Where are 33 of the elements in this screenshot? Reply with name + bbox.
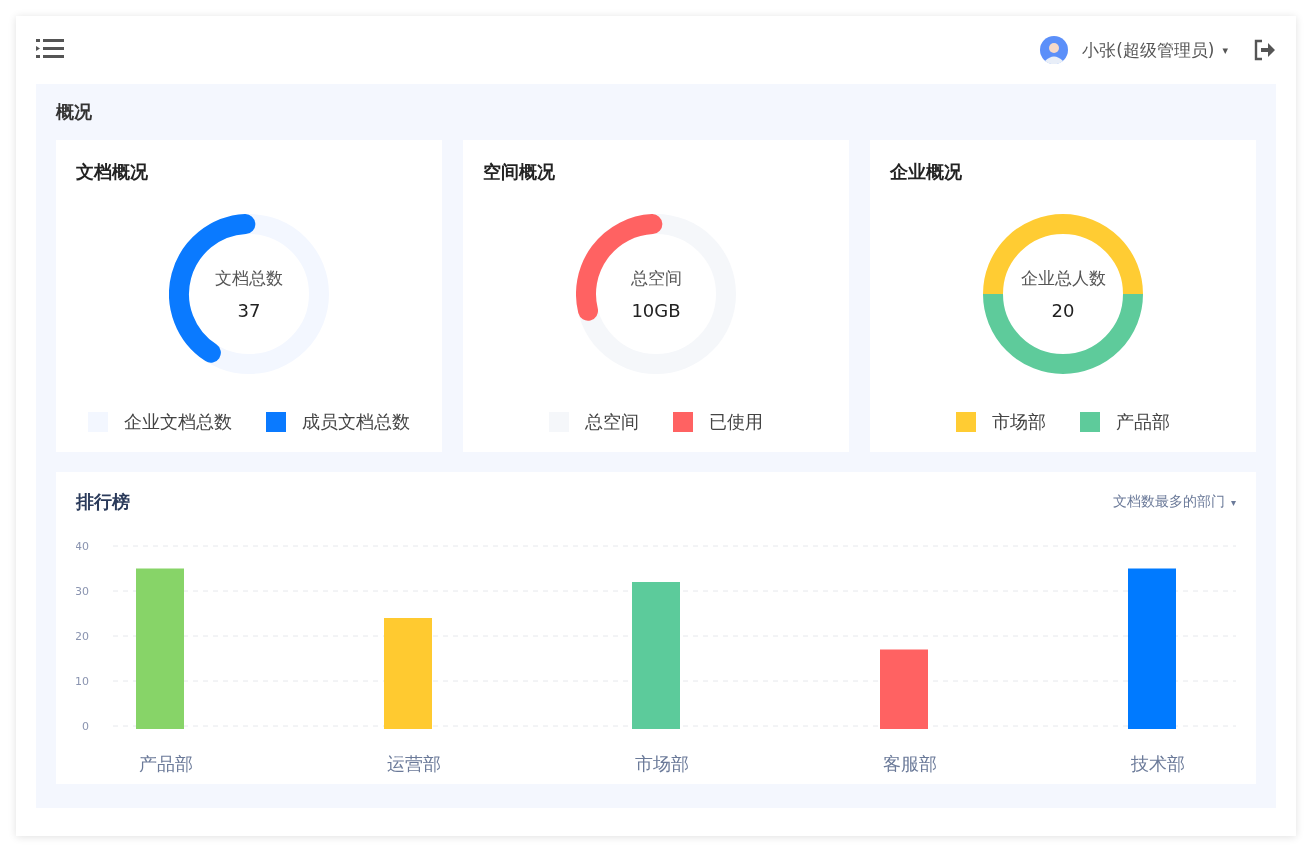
donut-center-value: 20: [1051, 300, 1075, 321]
legend-label: 企业文档总数: [124, 410, 232, 434]
legend-label: 已使用: [709, 410, 763, 434]
user-name[interactable]: 小张(超级管理员): [1082, 38, 1215, 62]
card-title: 企业概况: [890, 160, 962, 184]
ranking-title: 排行榜: [76, 490, 130, 514]
y-axis-tick: 0: [82, 720, 89, 733]
donut-center-value: 37: [237, 300, 261, 321]
logout-icon[interactable]: [1252, 38, 1276, 62]
y-axis-tick: 10: [76, 675, 89, 688]
y-axis-tick: 20: [76, 630, 89, 643]
x-axis-label: 产品部: [139, 753, 193, 774]
y-axis-tick: 40: [76, 540, 89, 553]
legend-label: 市场部: [992, 410, 1046, 434]
department-filter-dropdown[interactable]: 文档数最多的部门 ▾: [1112, 493, 1236, 511]
donut-center-label: 文档总数: [215, 267, 283, 290]
legend-label: 总空间: [585, 410, 639, 434]
section-title: 概况: [56, 100, 93, 124]
legend-label: 成员文档总数: [302, 410, 410, 434]
y-axis-tick: 30: [76, 585, 89, 598]
avatar-icon[interactable]: [1040, 36, 1069, 64]
x-axis-label: 运营部: [387, 753, 441, 774]
x-axis-label: 客服部: [883, 753, 937, 774]
donut-center-value: 10GB: [631, 300, 681, 321]
caret-icon[interactable]: ▾: [1222, 43, 1228, 57]
x-axis-label: 技术部: [1131, 753, 1185, 774]
x-axis-label: 市场部: [635, 753, 689, 774]
card-title: 空间概况: [483, 160, 555, 184]
caret-icon[interactable]: ▾: [1230, 496, 1236, 508]
donut-center-label: 企业总人数: [1020, 267, 1106, 290]
donut-center-label: 总空间: [630, 267, 682, 290]
card-title: 文档概况: [76, 160, 148, 184]
legend-label: 产品部: [1116, 410, 1170, 434]
